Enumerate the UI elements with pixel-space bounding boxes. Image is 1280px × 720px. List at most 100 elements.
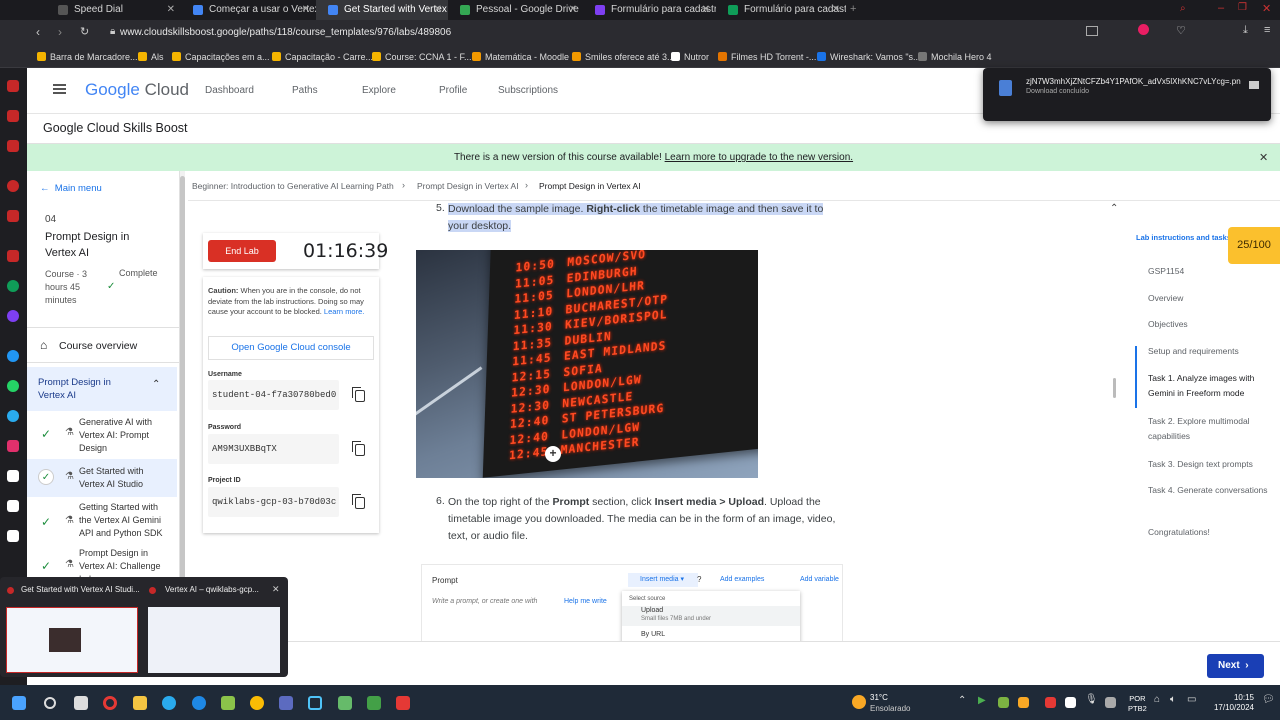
toc-item[interactable]: Task 4. Generate conversations [1148, 483, 1273, 498]
play-icon[interactable]: ▶ [978, 695, 986, 706]
chevron-up-icon[interactable]: ⌃ [1110, 203, 1118, 214]
lesson-item[interactable]: ✓ ⚗ Generative AI with Vertex AI: Prompt … [27, 411, 177, 459]
tab-google-drive[interactable]: Pessoal - Google Drive ✕ [448, 0, 583, 20]
tray-app-icon[interactable] [998, 697, 1009, 708]
tab-forms-2[interactable]: Formulário para cadastro ✕ [716, 0, 846, 20]
instagram-icon[interactable] [7, 440, 19, 452]
workspace-icon[interactable] [7, 210, 19, 222]
bookmark[interactable]: Capacitação - Carre... [272, 46, 373, 68]
volume-icon[interactable]: 🔈︎ [1170, 694, 1176, 705]
toc-item[interactable]: GSP1154 [1148, 264, 1273, 279]
record-icon[interactable] [1138, 24, 1149, 35]
download-icon[interactable]: ⤓ [1243, 24, 1248, 37]
nav-explore[interactable]: Explore [362, 85, 396, 96]
toc-item[interactable]: Task 3. Design text prompts [1148, 457, 1273, 472]
content-scrollbar[interactable] [1113, 378, 1116, 398]
app-icon[interactable] [192, 696, 206, 710]
bookmark[interactable]: Matemática - Moodle [472, 46, 569, 68]
toc-item[interactable]: Task 2. Explore multimodal capabilities [1148, 414, 1273, 444]
back-icon[interactable]: ‹ [36, 25, 40, 39]
app-icon[interactable] [338, 696, 352, 710]
tray-app-icon[interactable] [1065, 697, 1076, 708]
file-explorer-icon[interactable] [133, 696, 147, 710]
bookmark[interactable]: Barra de Marcadore... [37, 46, 138, 68]
copy-icon[interactable] [352, 494, 365, 509]
opera-icon[interactable] [103, 696, 117, 710]
upgrade-link[interactable]: Learn more to upgrade to the new version… [665, 152, 853, 163]
toc-item[interactable]: Objectives [1148, 317, 1273, 332]
nav-subscriptions[interactable]: Subscriptions [498, 85, 558, 96]
url-field[interactable]: www.cloudskillsboost.google/paths/118/co… [120, 24, 1060, 42]
messenger-icon[interactable] [7, 350, 19, 362]
bookmark[interactable]: Smiles oferece até 3... [572, 46, 675, 68]
tab-preview[interactable]: Get Started with Vertex AI Studi... [4, 581, 142, 673]
tab-preview[interactable]: Vertex AI – qwiklabs-gcp... ✕ [146, 581, 284, 673]
timetable-image[interactable]: 10:50 MOSCOW/SVO 11:05 EDINBURGH 11:05 LONDON… [416, 250, 758, 478]
bookmark[interactable]: Als [138, 46, 164, 68]
nav-dashboard[interactable]: Dashboard [205, 85, 254, 96]
close-tab-icon[interactable]: ✕ [302, 0, 310, 20]
telegram-icon[interactable] [162, 696, 176, 710]
battery-icon[interactable]: ▭ [1187, 694, 1196, 705]
search-icon[interactable] [44, 697, 56, 709]
open-console-button[interactable]: Open Google Cloud console [208, 336, 374, 360]
language-indicator[interactable]: POR PTB2 [1128, 694, 1147, 714]
app-icon[interactable] [279, 696, 293, 710]
app-icon[interactable] [396, 696, 410, 710]
task-view-icon[interactable] [74, 696, 88, 710]
close-preview-icon[interactable]: ✕ [272, 584, 280, 595]
microphone-icon[interactable]: 🎙︎ [1085, 694, 1098, 705]
tray-chevron-icon[interactable]: ⌃ [958, 695, 966, 706]
tiktok-icon[interactable] [7, 470, 19, 482]
bookmark-icon[interactable] [7, 110, 19, 122]
history-icon[interactable] [7, 140, 19, 152]
bookmark[interactable]: Mochila Hero 4 [918, 46, 992, 68]
breadcrumb-item[interactable]: Prompt Design in Vertex AI [417, 181, 519, 191]
whatsapp-icon[interactable] [7, 380, 19, 392]
x-icon[interactable] [7, 500, 19, 512]
clock[interactable]: 10:15 17/10/2024 [1210, 693, 1254, 713]
close-tab-icon[interactable]: ✕ [167, 0, 175, 20]
new-tab-icon[interactable]: + [850, 3, 856, 15]
tab-forms-1[interactable]: Formulário para cadastro ✕ [583, 0, 716, 20]
nav-paths[interactable]: Paths [292, 85, 318, 96]
end-lab-button[interactable]: End Lab [208, 240, 276, 262]
tray-app-icon[interactable] [1018, 697, 1029, 708]
close-tab-icon[interactable]: ✕ [434, 0, 442, 20]
breadcrumb-item[interactable]: Beginner: Introduction to Generative AI … [192, 181, 394, 191]
bookmark[interactable]: Course: CCNA 1 - F... [372, 46, 472, 68]
network-icon[interactable]: ⌂ [1154, 694, 1160, 705]
close-window-icon[interactable]: ✕ [1262, 2, 1271, 15]
close-tab-icon[interactable]: ✕ [832, 0, 840, 20]
bookmark[interactable]: Nutror [671, 46, 709, 68]
main-menu-link[interactable]: ← Main menu [40, 183, 102, 194]
menu-icon[interactable]: ≡ [1264, 24, 1270, 36]
notification-icon[interactable]: 💬︎ [1262, 694, 1275, 705]
notes-icon[interactable] [7, 250, 19, 262]
discord-icon[interactable] [7, 530, 19, 542]
windows-start-icon[interactable] [12, 696, 26, 710]
lesson-item-active[interactable]: ✓ ⚗ Get Started with Vertex AI Studio [27, 459, 177, 497]
project-id-field[interactable]: qwiklabs-gcp-03-b70d03c [208, 487, 339, 517]
home-icon[interactable] [7, 80, 19, 92]
tray-app-icon[interactable] [1045, 697, 1056, 708]
copy-icon[interactable] [352, 441, 365, 456]
copy-icon[interactable] [352, 387, 365, 402]
bookmark[interactable]: Capacitações em a... [172, 46, 270, 68]
search-tabs-icon[interactable]: ⌕ [1180, 3, 1186, 14]
reload-icon[interactable]: ↻ [80, 25, 89, 38]
section-header[interactable]: Prompt Design in Vertex AI ⌃ [27, 367, 177, 411]
chrome-icon[interactable] [250, 696, 264, 710]
bookmark[interactable]: Wireshark: Vamos "s... [817, 46, 921, 68]
toc-item[interactable]: Congratulations! [1148, 525, 1273, 540]
close-banner-icon[interactable]: ✕ [1259, 151, 1268, 164]
tab-vertex-docs[interactable]: Começar a usar o Vertex AI✕ [181, 0, 316, 20]
chat-icon[interactable] [7, 280, 19, 292]
minimize-window-icon[interactable]: – [1218, 2, 1224, 14]
close-tab-icon[interactable]: ✕ [569, 0, 577, 20]
toc-item[interactable]: Overview [1148, 291, 1273, 306]
tab-active-lab[interactable]: Get Started with Vertex AI S✕ [316, 0, 448, 20]
bookmark[interactable]: Filmes HD Torrent -... [718, 46, 816, 68]
nav-profile[interactable]: Profile [439, 85, 467, 96]
username-field[interactable]: student-04-f7a30780bed0 [208, 380, 339, 410]
